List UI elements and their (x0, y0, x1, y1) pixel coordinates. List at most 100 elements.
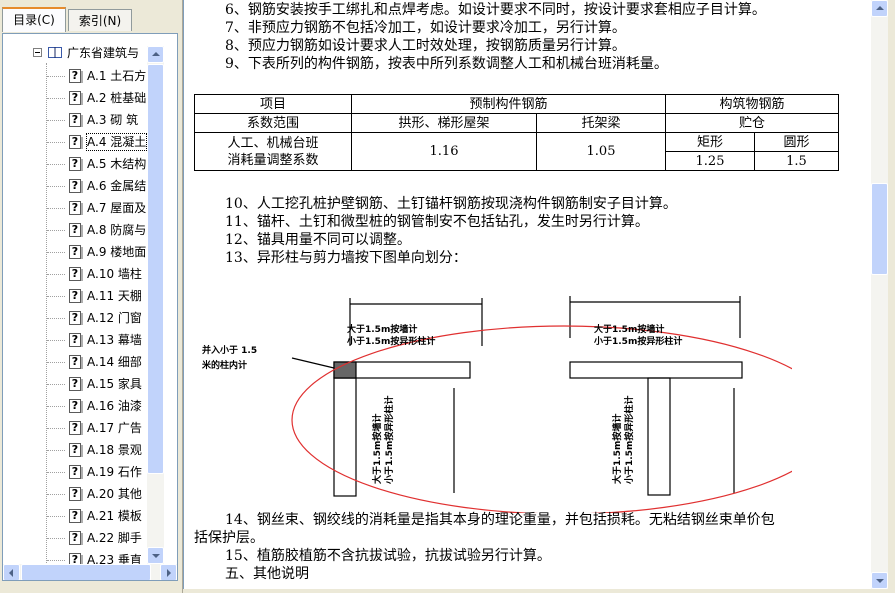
tree-item-label: A.13 幕墙 (87, 333, 142, 347)
tree-item[interactable]: ? A.5 木结构 (47, 155, 157, 175)
help-page-icon: ? (69, 69, 83, 83)
table-header-prefab: 预制构件钢筋 (351, 94, 666, 114)
tree-horizontal-scrollbar[interactable] (3, 564, 177, 580)
tree-item[interactable]: ? A.8 防腐与 (47, 221, 157, 241)
scroll-left-button[interactable] (3, 564, 20, 580)
table-cell: 拱形、梯形屋架 (351, 113, 537, 133)
tree-item[interactable]: ? A.17 广告 (47, 419, 157, 439)
tree-item[interactable]: ? A.9 楼地面 (47, 243, 157, 263)
tree-connector (47, 296, 65, 297)
tree-item-label: A.22 脚手 (87, 531, 142, 545)
scroll-up-button[interactable] (871, 0, 888, 17)
scroll-up-button[interactable] (147, 46, 164, 63)
scroll-right-button[interactable] (160, 564, 177, 580)
tree-item-label: A.6 金属结 (87, 179, 147, 193)
wall-vertical (333, 377, 357, 497)
tree-item[interactable]: ? A.4 混凝土 (47, 133, 157, 153)
tree-connector (47, 494, 65, 495)
tree-item[interactable]: ? A.20 其他 (47, 485, 157, 505)
table-cell: 系数范围 (194, 113, 352, 133)
tree-item[interactable]: ? A.18 景观 (47, 441, 157, 461)
table-cell: 矩形 (665, 132, 755, 152)
table-header-structure: 构筑物钢筋 (665, 94, 839, 114)
diagram-label: 小于1.5m按异形柱计 (383, 396, 395, 485)
tree-item[interactable]: ? A.19 石作 (47, 463, 157, 483)
tree-connector (47, 274, 65, 275)
doc-line: 括保护层。 (194, 530, 264, 546)
scroll-thumb[interactable] (871, 183, 888, 275)
tree-item[interactable]: ? A.15 家具 (47, 375, 157, 395)
column-wall-diagram: 并入小于 1.5 米的柱内计 大于1.5m按墙计 小于1.5m按异形柱计 大于1… (201, 296, 792, 513)
tree-item[interactable]: ? A.21 模板 (47, 507, 157, 527)
tree-item[interactable]: ? A.13 幕墙 (47, 331, 157, 351)
collapse-icon[interactable] (33, 48, 42, 57)
wall-horizontal (569, 361, 743, 379)
tab-index[interactable]: 索引(N) (68, 9, 132, 31)
tree-item-label: A.7 屋面及 (87, 201, 147, 215)
diagram-label: 大于1.5m按墙计 (347, 323, 417, 335)
tree-item[interactable]: ? A.16 油漆 (47, 397, 157, 417)
arrow-up-icon (876, 6, 884, 10)
table-cell: 1.25 (665, 151, 755, 171)
hscroll-thumb[interactable] (21, 564, 151, 580)
tree-item[interactable]: ? A.7 屋面及 (47, 199, 157, 219)
arrow-right-icon (167, 569, 171, 577)
tree-item-label: A.20 其他 (87, 487, 142, 501)
doc-line: 8、预应力钢筋如设计要求人工时效处理，按钢筋质量另行计算。 (225, 38, 626, 54)
table-cell: 人工、机械台班 消耗量调整系数 (194, 132, 352, 171)
diagram-label: 小于1.5m按异形柱计 (593, 335, 682, 347)
help-page-icon: ? (69, 311, 83, 325)
table-cell: 托架梁 (536, 113, 666, 133)
tree-item[interactable]: ? A.6 金属结 (47, 177, 157, 197)
tree-item-label: A.5 木结构 (87, 157, 147, 171)
tree-connector (47, 560, 65, 561)
scroll-down-button[interactable] (147, 547, 164, 564)
tree-item-label: A.19 石作 (87, 465, 142, 479)
tree-item-label: A.1 土石方 (87, 69, 147, 83)
tree-connector (47, 384, 65, 385)
tab-contents[interactable]: 目录(C) (2, 7, 66, 32)
coefficient-table: 项目 预制构件钢筋 构筑物钢筋 系数范围 拱形、梯形屋架 托架梁 贮仓 人工、机… (194, 94, 839, 171)
table-header-project: 项目 (194, 94, 352, 114)
help-page-icon: ? (69, 421, 83, 435)
table-row-label: 人工、机械台班 (227, 135, 319, 151)
tree-item[interactable]: ? A.1 土石方 (47, 67, 157, 87)
tree-connector (47, 362, 65, 363)
diagram-note: 并入小于 1.5 (202, 344, 257, 356)
diagram-note: 米的柱内计 (201, 359, 247, 371)
tree-connector (47, 208, 65, 209)
document-vertical-scrollbar[interactable] (871, 0, 888, 589)
tree-connector (47, 186, 65, 187)
tree-item[interactable]: ? A.2 桩基础 (47, 89, 157, 109)
tree-item[interactable]: ? A.3 砌 筑 (47, 111, 157, 131)
diagram-label: 大于1.5m按墙计 (594, 323, 664, 335)
tree-item-label: A.8 防腐与 (87, 223, 147, 237)
tree-item[interactable]: ? A.14 细部 (47, 353, 157, 373)
tree-item-label: A.9 楼地面 (87, 245, 147, 259)
navigation-pane: 目录(C) 索引(N) 广东省建筑与 ? A.1 土石方? A.2 桩基础? A.3 … (0, 0, 182, 593)
tree-connector (47, 318, 65, 319)
help-page-icon: ? (69, 91, 83, 105)
scroll-down-button[interactable] (871, 572, 888, 589)
help-page-icon: ? (69, 245, 83, 259)
tree-item[interactable]: ? A.10 墙柱 (47, 265, 157, 285)
help-page-icon: ? (69, 179, 83, 193)
help-page-icon: ? (69, 509, 83, 523)
wall-vertical (647, 377, 671, 496)
tree-connector (47, 450, 65, 451)
tree-item[interactable]: ? A.11 天棚 (47, 287, 157, 307)
tree-connector (47, 98, 65, 99)
tree-connector (47, 516, 65, 517)
tree-item-label: A.3 砌 筑 (87, 113, 139, 127)
tree-item[interactable]: ? A.22 脚手 (47, 529, 157, 549)
help-page-icon: ? (69, 333, 83, 347)
tree-vertical-scrollbar[interactable] (147, 46, 164, 564)
tree-item[interactable]: ? A.12 门窗 (47, 309, 157, 329)
tree-item-label: A.16 油漆 (87, 399, 142, 413)
tree-connector (47, 142, 65, 143)
help-page-icon: ? (69, 201, 83, 215)
tree-connector (47, 120, 65, 121)
scroll-thumb[interactable] (147, 64, 164, 474)
tree-item-label: A.12 门窗 (87, 311, 142, 325)
arrow-left-icon (9, 569, 13, 577)
